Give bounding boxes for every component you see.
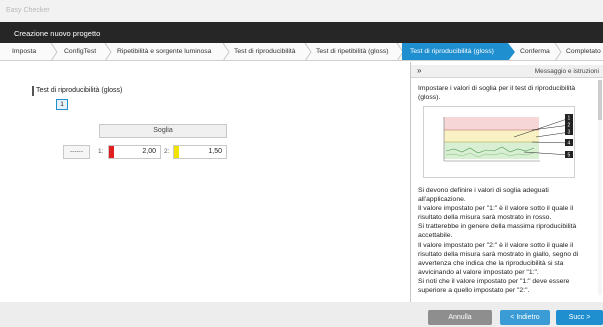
collapse-panel-icon[interactable]: » [417,66,421,75]
threshold-header: Soglia [99,124,227,138]
step-label: Completato [566,48,601,55]
chevron-right-icon [50,43,58,60]
window-title: Easy Checker [6,7,50,14]
callout-2: 2 [568,123,571,129]
step-label: Test di ripetibilità (gloss) [316,48,389,55]
page-header: Creazione nuovo progetto [0,22,603,43]
note-paragraph: Si tratterebbe in genere della massima r… [418,223,577,240]
threshold-chart-image: 1 2 3 4 5 [443,114,573,162]
wizard-steps: Imposta ConfigTest Ripetibilità e sorgen… [0,43,603,61]
back-button[interactable]: < Indietro [500,310,550,325]
callout-5: 5 [568,153,571,159]
index-badge[interactable]: 1 [56,99,68,110]
threshold1-color-marker [109,146,114,158]
threshold1-label: 1: [98,148,104,155]
threshold1-value: 2,00 [142,148,156,155]
section-title: Test di riproducibilità (gloss) [32,86,123,96]
threshold-illustration: 1 2 3 4 5 [423,106,575,178]
settings-area [0,62,410,302]
chevron-right-icon [554,43,562,60]
step-ripetibilita-sorgente[interactable]: Ripetibilità e sorgente luminosa [117,43,212,60]
step-riproducibilita[interactable]: Test di riproducibilità [234,43,296,60]
threshold2-value: 1,50 [208,148,222,155]
chevron-right-icon [304,43,312,60]
instructions-panel-header: » Messaggio e istruzioni [411,65,603,78]
step-riproducibilita-gloss[interactable]: Test di riproducibilità (gloss) [402,43,508,60]
note-paragraph: Si devono definire i valori di soglia ad… [418,187,549,204]
step-label: Test di riproducibilità [234,48,296,55]
chevron-right-icon [508,43,515,60]
next-button[interactable]: Succ > [556,310,603,325]
section-title-text: Test di riproducibilità (gloss) [36,87,123,94]
wizard-footer: Annulla < Indietro Succ > [0,302,603,327]
panel-divider [410,62,411,302]
window-titlebar: Easy Checker [0,0,603,22]
instructions-scrollbar[interactable] [598,80,602,295]
page-title: Creazione nuovo progetto [14,29,101,38]
note-paragraph: Il valore impostato per "1:" è il valore… [418,205,574,222]
step-imposta[interactable]: Imposta [12,43,37,60]
step-ripetibilita-gloss[interactable]: Test di ripetibilità (gloss) [316,43,389,60]
threshold2-color-marker [174,146,179,158]
callout-1: 1 [568,116,571,122]
step-label: Imposta [12,48,37,55]
callout-4: 4 [568,141,571,147]
threshold2-label: 2: [164,148,170,155]
instructions-panel: Impostare i valori di soglia per il test… [418,84,598,294]
step-label: Conferma [520,48,550,55]
instructions-intro: Impostare i valori di soglia per il test… [418,85,576,101]
instructions-notes: Si devono definire i valori di soglia ad… [418,186,598,295]
note-paragraph: Si noti che il valore impostato per "1:"… [418,277,570,295]
threshold-preset-button[interactable]: ------ [63,145,90,159]
step-configtest[interactable]: ConfigTest [64,43,97,60]
step-completato[interactable]: Completato [566,43,601,60]
threshold2-input[interactable]: 1,50 [173,145,227,159]
chevron-right-icon [104,43,112,60]
chevron-right-icon [222,43,230,60]
threshold1-input[interactable]: 2,00 [108,145,161,159]
instructions-panel-title: Messaggio e istruzioni [534,68,599,75]
callout-3: 3 [568,130,571,136]
step-label: Test di riproducibilità (gloss) [410,48,494,55]
section-title-marker [32,86,34,96]
note-paragraph: Il valore impostato per "2:" è il valore… [418,241,579,276]
step-label: ConfigTest [64,48,97,55]
scrollbar-thumb[interactable] [598,80,602,120]
cancel-button[interactable]: Annulla [428,310,492,325]
step-label: Ripetibilità e sorgente luminosa [117,48,212,55]
step-conferma[interactable]: Conferma [520,43,550,60]
